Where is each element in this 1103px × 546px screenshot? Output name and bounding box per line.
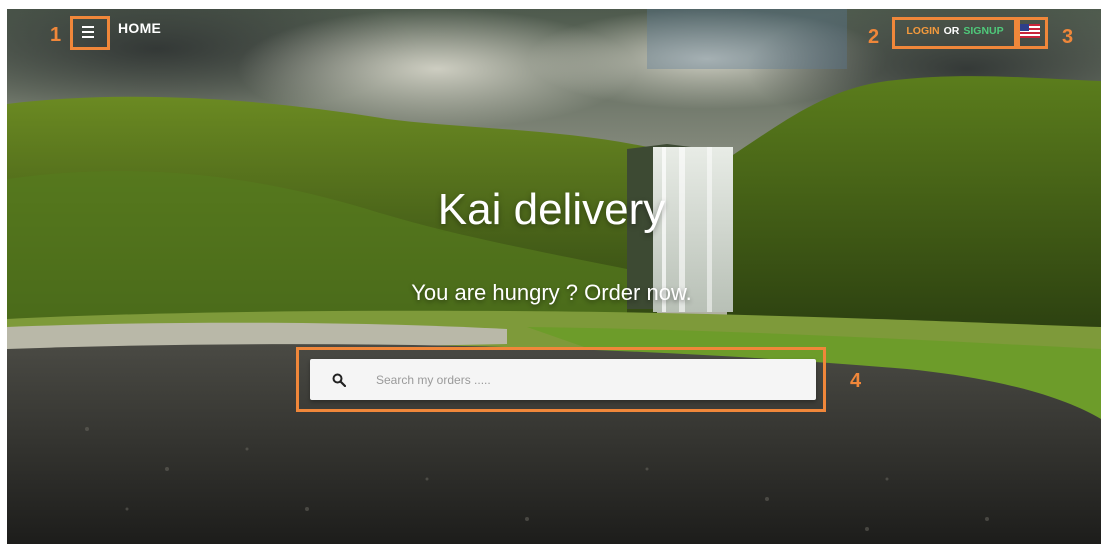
login-link[interactable]: LOGIN — [906, 25, 939, 37]
hero-background-frame — [7, 9, 1101, 544]
signup-link[interactable]: SIGNUP — [963, 25, 1003, 37]
search-input[interactable] — [374, 371, 778, 388]
hero-title: Kai delivery — [437, 185, 666, 234]
annotation-number: 3 — [1062, 26, 1074, 48]
hero-subtitle: You are hungry ? Order now. — [411, 280, 692, 305]
search-bar — [310, 359, 816, 400]
us-flag-icon[interactable] — [1020, 24, 1040, 38]
or-separator: OR — [943, 25, 960, 37]
auth-links: LOGIN OR SIGNUP — [896, 20, 1014, 42]
hamburger-menu-icon[interactable] — [74, 20, 102, 44]
landscape-background-image — [7, 9, 1101, 544]
annotation-number: 1 — [50, 24, 62, 46]
annotation-number: 2 — [868, 26, 880, 48]
search-icon[interactable] — [332, 373, 346, 387]
home-link[interactable]: HOME — [118, 20, 161, 36]
annotation-number: 4 — [850, 370, 862, 392]
